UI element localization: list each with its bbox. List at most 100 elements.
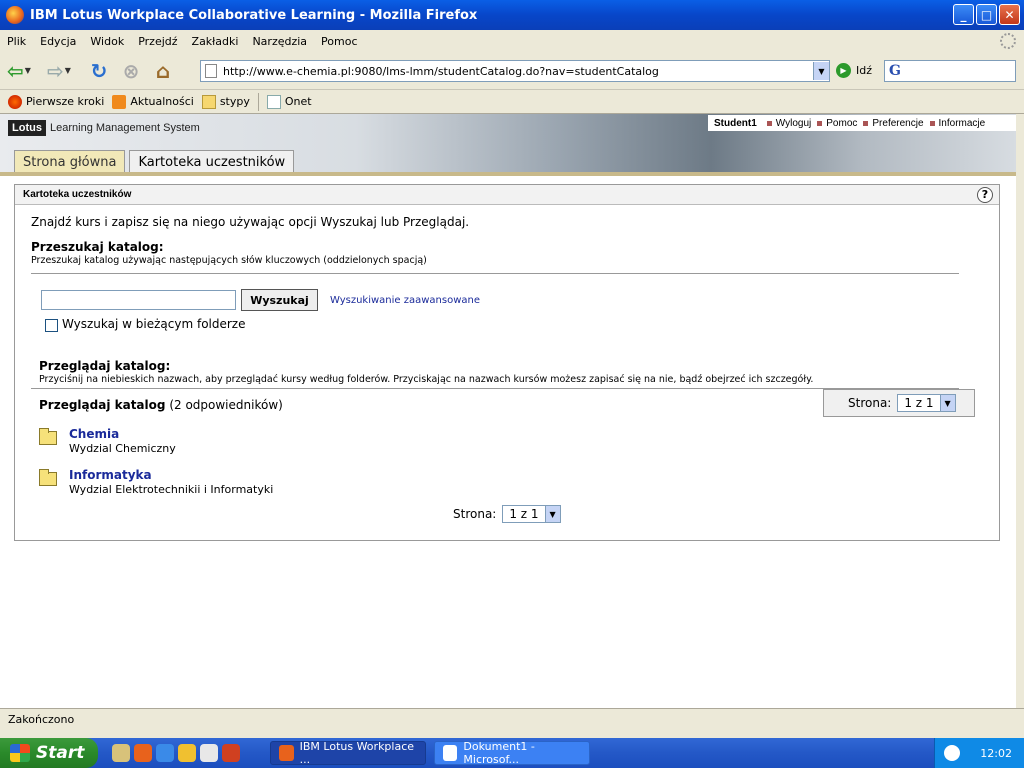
pager-label: Strona: (453, 507, 497, 521)
tab-divider (0, 172, 1016, 176)
pager-bottom: Strona: 1 z 1 ▼ (453, 505, 561, 523)
google-icon[interactable]: G (889, 63, 901, 79)
firefox-icon[interactable] (134, 744, 152, 762)
lotus-logo: Lotus (8, 120, 46, 136)
bookmark-label: Aktualności (130, 95, 194, 108)
menu-bookmarks[interactable]: Zakładki (185, 35, 246, 48)
address-bar[interactable]: http://www.e-chemia.pl:9080/lms-lmm/stud… (200, 60, 830, 82)
link-label[interactable]: Wyloguj (776, 118, 811, 129)
advanced-search-link[interactable]: Wyszukiwanie zaawansowane (330, 295, 480, 306)
maximize-button[interactable]: □ (976, 4, 997, 25)
system-tray: 12:02 (934, 738, 1024, 768)
page-select[interactable]: 1 z 1 ▼ (897, 394, 956, 412)
menu-file[interactable]: Plik (0, 35, 33, 48)
app-icon[interactable] (222, 744, 240, 762)
info-link[interactable]: Informacje (929, 118, 986, 129)
player-icon[interactable] (200, 744, 218, 762)
quick-launch (112, 744, 240, 762)
word-icon (443, 745, 458, 761)
panel-header: Kartoteka uczestników ? (15, 185, 999, 205)
chevron-down-icon[interactable]: ▼ (813, 62, 829, 80)
minimize-button[interactable]: _ (953, 4, 974, 25)
search-box[interactable]: G (884, 60, 1016, 82)
menu-help[interactable]: Pomoc (314, 35, 364, 48)
window-bottom-edge (0, 730, 1024, 738)
chevron-down-icon[interactable]: ▼ (939, 395, 955, 411)
browse-divider (31, 388, 959, 389)
logout-link[interactable]: Wyloguj (766, 118, 811, 129)
task-label: IBM Lotus Workplace ... (299, 740, 415, 766)
close-button[interactable]: ✕ (999, 4, 1020, 25)
menu-bar: Plik Edycja Widok Przejdź Zakładki Narzę… (0, 30, 1024, 52)
home-icon: ⌂ (155, 58, 171, 83)
bullet-icon (766, 120, 772, 126)
task-label: Dokument1 - Microsof... (463, 740, 535, 766)
help-icon[interactable]: ? (977, 186, 993, 203)
forward-button[interactable]: ⇨ ▼ (46, 58, 72, 84)
bookmarks-toolbar: Pierwsze kroki Aktualności stypy Onet (0, 90, 1024, 114)
link-label[interactable]: Informacje (939, 118, 986, 129)
panel-title: Kartoteka uczestników (23, 189, 132, 200)
stop-button[interactable]: ⊗ (118, 58, 144, 84)
link-label[interactable]: Preferencje (872, 118, 923, 129)
home-button[interactable]: ⌂ (150, 58, 176, 84)
start-button[interactable]: Start (0, 738, 98, 768)
reload-icon: ↻ (90, 58, 108, 83)
menu-view[interactable]: Widok (83, 35, 131, 48)
go-arrow-icon: ▶ (836, 63, 851, 78)
pager-label: Strona: (848, 396, 892, 410)
window-title: IBM Lotus Workplace Collaborative Learni… (30, 7, 478, 23)
folder-icon (39, 469, 57, 486)
media-icon[interactable] (178, 744, 196, 762)
bookmark-separator (257, 92, 259, 111)
menu-tools[interactable]: Narzędzia (245, 35, 314, 48)
ie-icon[interactable] (156, 744, 174, 762)
bookmark-folder-stypy[interactable]: stypy (201, 94, 250, 109)
bullet-icon (929, 120, 935, 126)
lms-title: Learning Management System (50, 122, 200, 134)
menu-edit[interactable]: Edycja (33, 35, 83, 48)
bookmark-onet[interactable]: Onet (266, 94, 312, 109)
go-button[interactable]: ▶ Idź (836, 63, 872, 78)
page-select[interactable]: 1 z 1 ▼ (502, 505, 561, 523)
bookmark-news[interactable]: Aktualności (112, 94, 194, 109)
bookmark-getting-started[interactable]: Pierwsze kroki (8, 94, 105, 109)
current-folder-label: Wyszukaj w bieżącym folderze (62, 317, 246, 331)
throbber-icon (1000, 33, 1016, 49)
url-text[interactable]: http://www.e-chemia.pl:9080/lms-lmm/stud… (223, 65, 813, 78)
chevron-down-icon[interactable]: ▼ (65, 66, 71, 75)
bookmark-label: Pierwsze kroki (26, 95, 105, 108)
link-label[interactable]: Pomoc (826, 118, 857, 129)
window-title-bar[interactable]: IBM Lotus Workplace Collaborative Learni… (0, 0, 1024, 30)
search-button[interactable]: Wyszukaj (241, 289, 318, 311)
back-arrow-icon: ⇦ (7, 58, 24, 83)
clock: 12:02 (980, 746, 1012, 760)
explorer-icon[interactable] (112, 744, 130, 762)
help-link[interactable]: Pomoc (817, 118, 857, 129)
reload-button[interactable]: ↻ (86, 58, 112, 84)
intro-text: Znajdź kurs i zapisz się na niego używaj… (31, 215, 470, 229)
chevron-down-icon[interactable]: ▼ (544, 506, 560, 522)
bullet-icon (863, 120, 869, 126)
menu-go[interactable]: Przejdź (131, 35, 184, 48)
user-name: Student1 (714, 117, 757, 129)
task-word[interactable]: Dokument1 - Microsof... (434, 740, 590, 766)
folder-link[interactable]: Chemia (69, 427, 176, 441)
page-icon (266, 94, 281, 109)
search-input[interactable] (41, 290, 236, 310)
go-label: Idź (856, 64, 873, 77)
task-firefox[interactable]: IBM Lotus Workplace ... (270, 740, 426, 766)
preferences-link[interactable]: Preferencje (863, 118, 924, 129)
current-folder-checkbox[interactable] (45, 319, 58, 332)
tab-home[interactable]: Strona główna (14, 150, 126, 173)
folder-desc: Wydzial Chemiczny (69, 442, 176, 455)
vertical-scrollbar[interactable] (1016, 114, 1024, 708)
chevron-down-icon[interactable]: ▼ (25, 66, 31, 75)
tab-participant-catalog[interactable]: Kartoteka uczestników (129, 150, 295, 173)
back-button[interactable]: ⇦ ▼ (6, 58, 32, 84)
start-label: Start (36, 743, 85, 763)
windows-logo-icon (10, 744, 30, 762)
page-select-value: 1 z 1 (904, 396, 934, 410)
network-icon[interactable] (944, 745, 961, 761)
folder-link[interactable]: Informatyka (69, 468, 273, 482)
